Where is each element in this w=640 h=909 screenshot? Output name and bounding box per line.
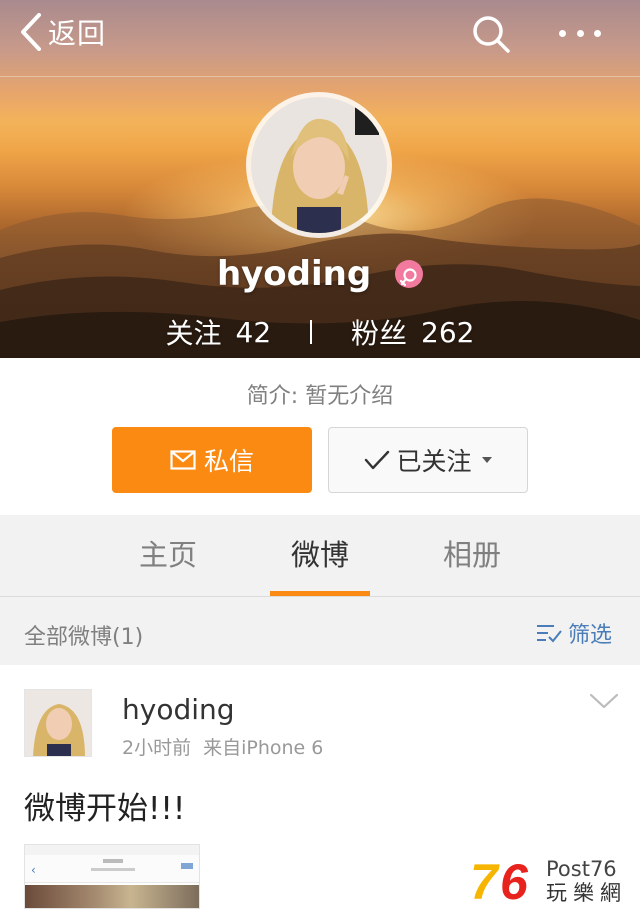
profile-header: 返回 hyoding 关注 42 粉丝 262 <box>0 0 640 358</box>
search-icon <box>473 16 510 53</box>
followers-stat[interactable]: 粉丝 262 <box>351 312 474 352</box>
chevron-left-icon: ‹ <box>31 863 36 877</box>
profile-stats: 关注 42 粉丝 262 <box>0 312 640 352</box>
filter-bar: 全部微博(1) 筛选 <box>0 597 640 665</box>
check-icon <box>365 450 390 470</box>
profile-tabs: 主页 微博 相册 <box>0 515 640 597</box>
following-button-label: 已关注 <box>396 447 472 476</box>
back-button[interactable]: 返回 <box>20 12 106 52</box>
tab-home[interactable]: 主页 <box>113 515 223 597</box>
more-button[interactable] <box>555 18 605 48</box>
following-count: 42 <box>235 315 272 349</box>
message-button[interactable]: 私信 <box>112 427 312 493</box>
profile-avatar[interactable] <box>246 92 392 238</box>
followers-label: 粉丝 <box>351 317 408 350</box>
avatar-photo <box>25 690 91 756</box>
post-source: 来自iPhone 6 <box>203 737 324 759</box>
filter-label: 筛选 <box>568 623 613 648</box>
chevron-left-icon <box>21 13 41 51</box>
female-icon <box>395 259 424 288</box>
post-author[interactable]: hyoding <box>122 693 235 726</box>
svg-text:7: 7 <box>470 855 500 905</box>
message-label: 私信 <box>203 447 254 476</box>
image-statusbar <box>25 845 199 855</box>
profile-name: hyoding <box>216 253 372 294</box>
tab-weibo[interactable]: 微博 <box>265 515 375 597</box>
stats-divider <box>310 320 313 344</box>
image-photo <box>25 885 199 908</box>
avatar-photo <box>251 97 387 233</box>
tab-album[interactable]: 相册 <box>417 515 527 597</box>
profile-name-row: hyoding <box>0 252 640 294</box>
chevron-down-icon <box>589 693 619 709</box>
filter-list-icon <box>537 625 562 643</box>
active-tab-indicator <box>270 591 370 596</box>
more-dot <box>559 29 566 37</box>
profile-info-panel: 简介: 暂无介绍 私信 已关注 <box>0 358 640 515</box>
profile-bio: 简介: 暂无介绍 <box>246 384 394 409</box>
post76-watermark: 7 6 Post76 玩樂網 <box>468 855 634 905</box>
svg-text:6: 6 <box>500 855 529 905</box>
post-avatar[interactable] <box>24 689 92 757</box>
post-image[interactable]: ‹ <box>24 844 200 909</box>
more-dot <box>576 29 584 37</box>
filter-button[interactable]: 筛选 <box>536 617 612 649</box>
caret-down-icon <box>481 457 492 463</box>
search-button[interactable] <box>470 14 514 54</box>
post-meta: 2小时前 来自iPhone 6 <box>122 733 335 760</box>
nav-divider <box>0 76 640 77</box>
mail-icon <box>170 450 196 470</box>
following-button[interactable]: 已关注 <box>328 427 528 493</box>
back-label: 返回 <box>48 17 107 50</box>
more-dot <box>594 29 601 37</box>
image-navbar: ‹ <box>25 855 199 883</box>
watermark-subtitle: 玩樂網 <box>546 881 627 905</box>
post-text: 微博开始!!! <box>24 791 186 827</box>
post76-logo: 7 6 <box>470 855 529 905</box>
all-posts-count: 全部微博(1) <box>24 625 144 650</box>
post-menu-button[interactable] <box>588 689 620 713</box>
post-time: 2小时前 <box>122 737 192 759</box>
following-label: 关注 <box>165 317 222 350</box>
followers-count: 262 <box>421 315 475 349</box>
following-stat[interactable]: 关注 42 <box>166 312 272 352</box>
